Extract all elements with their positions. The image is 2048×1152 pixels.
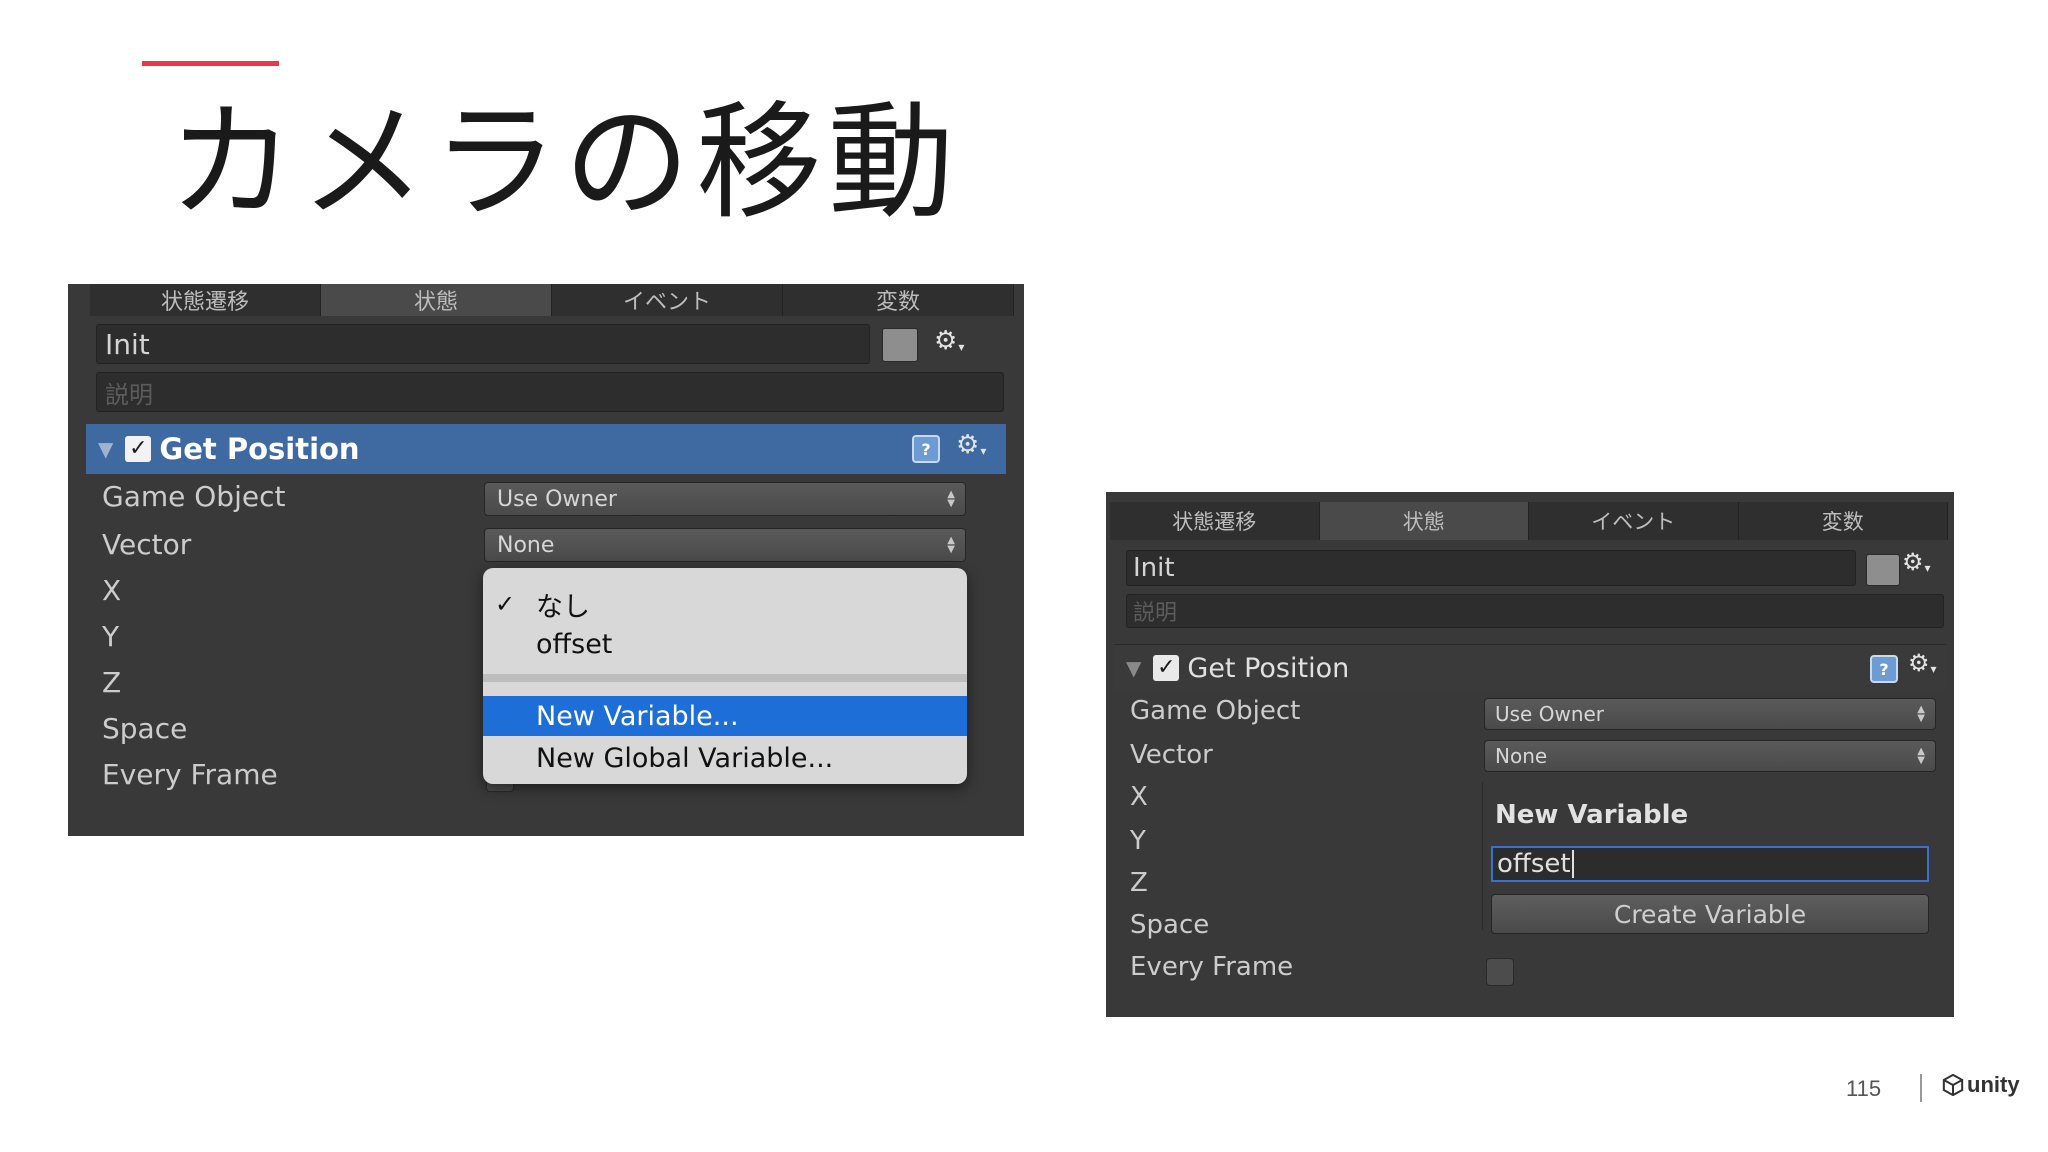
new-variable-name-input[interactable]: offset	[1491, 846, 1929, 882]
footer-divider	[1920, 1074, 1922, 1102]
slide-title: カメラの移動	[168, 89, 960, 236]
updown-arrows-icon: ▲ ▼	[947, 535, 955, 555]
help-book-icon[interactable]: ?	[912, 435, 940, 463]
gear-icon: ⚙	[1908, 649, 1930, 677]
new-variable-subpanel: New Variable offset Create Variable	[1482, 782, 1939, 934]
game-object-dropdown[interactable]: Use Owner ▲ ▼	[484, 482, 966, 516]
chevron-down-icon: ▾	[980, 444, 987, 458]
label-y: Y	[102, 620, 120, 653]
action-header[interactable]: ▼ ✓ Get Position ? ⚙ ▾	[1114, 644, 1946, 691]
updown-arrows-icon: ▲ ▼	[947, 489, 955, 509]
unity-cube-icon	[1942, 1074, 1964, 1096]
chevron-down-icon: ▾	[958, 340, 965, 354]
playmaker-state-panel-menu: 状態遷移 状態 イベント 変数 Init ⚙ ▾ 説明 ▼ ✓ Get Posit…	[68, 284, 1024, 836]
create-variable-button[interactable]: Create Variable	[1491, 894, 1929, 934]
label-y: Y	[1130, 826, 1146, 856]
chevron-down-icon: ▾	[1924, 561, 1931, 575]
menu-separator	[483, 674, 967, 682]
label-z: Z	[102, 666, 122, 699]
action-settings-gear[interactable]: ⚙ ▾	[1908, 649, 1937, 677]
tab-transitions[interactable]: 状態遷移	[1110, 502, 1320, 540]
tab-events[interactable]: イベント	[1529, 502, 1739, 540]
help-book-icon[interactable]: ?	[1870, 655, 1898, 683]
action-title: Get Position	[1187, 652, 1350, 684]
menu-item-new-global-variable[interactable]: New Global Variable...	[483, 738, 967, 778]
action-enabled-checkbox[interactable]: ✓	[125, 436, 152, 462]
vector-value: None	[497, 532, 555, 558]
description-field[interactable]: 説明	[1126, 594, 1944, 628]
menu-item-offset[interactable]: offset	[483, 624, 967, 664]
fold-triangle-icon[interactable]: ▼	[1126, 656, 1141, 680]
label-every-frame: Every Frame	[1130, 952, 1294, 982]
label-game-object: Game Object	[1130, 696, 1301, 726]
updown-arrows-icon: ▲ ▼	[1917, 746, 1925, 766]
title-accent-line	[142, 61, 279, 66]
tab-state[interactable]: 状態	[1319, 502, 1529, 540]
gear-icon: ⚙	[1902, 548, 1924, 576]
vector-dropdown[interactable]: None ▲ ▼	[1484, 740, 1936, 772]
game-object-dropdown[interactable]: Use Owner ▲ ▼	[1484, 698, 1936, 730]
label-z: Z	[1130, 868, 1148, 898]
every-frame-checkbox[interactable]	[1486, 958, 1514, 986]
tab-variables[interactable]: 変数	[783, 284, 1014, 316]
tab-transitions[interactable]: 状態遷移	[90, 284, 321, 316]
unity-logo: unity	[1942, 1072, 2020, 1098]
panel-tabs: 状態遷移 状態 イベント 変数	[90, 284, 1014, 316]
text-cursor	[1571, 850, 1574, 878]
action-header[interactable]: ▼ ✓ Get Position ? ⚙ ▾	[86, 424, 1006, 474]
brand-name: unity	[1967, 1072, 2020, 1097]
new-variable-title: New Variable	[1495, 800, 1689, 830]
menu-item-none[interactable]: ✓ なし	[483, 584, 967, 624]
state-settings-gear[interactable]: ⚙ ▾	[934, 326, 964, 356]
fold-triangle-icon[interactable]: ▼	[98, 437, 113, 461]
game-object-value: Use Owner	[497, 486, 617, 512]
state-color-swatch[interactable]	[1866, 554, 1900, 586]
gear-icon: ⚙	[956, 430, 980, 460]
action-title: Get Position	[159, 432, 360, 466]
tab-variables[interactable]: 変数	[1739, 502, 1948, 540]
label-every-frame: Every Frame	[102, 758, 278, 791]
vector-dropdown[interactable]: None ▲ ▼	[484, 528, 966, 562]
action-settings-gear[interactable]: ⚙ ▾	[956, 430, 986, 460]
state-color-swatch[interactable]	[882, 328, 918, 362]
action-enabled-checkbox[interactable]: ✓	[1153, 655, 1180, 681]
vector-popup-menu: ✓ なし offset New Variable... New Global V…	[483, 568, 967, 784]
label-x: X	[1130, 782, 1148, 812]
label-game-object: Game Object	[102, 480, 286, 513]
panel-tabs: 状態遷移 状態 イベント 変数	[1110, 502, 1948, 540]
updown-arrows-icon: ▲ ▼	[1917, 704, 1925, 724]
vector-value: None	[1495, 744, 1548, 768]
checkmark-icon: ✓	[495, 590, 516, 618]
label-vector: Vector	[1130, 740, 1213, 770]
label-space: Space	[1130, 910, 1210, 940]
label-x: X	[102, 574, 122, 607]
page-number: 115	[1846, 1076, 1882, 1101]
label-space: Space	[102, 712, 188, 745]
gear-icon: ⚙	[934, 326, 958, 356]
playmaker-state-panel-new-variable: 状態遷移 状態 イベント 変数 Init ⚙ ▾ 説明 ▼ ✓ Get Posit…	[1106, 492, 1954, 1017]
chevron-down-icon: ▾	[1930, 662, 1937, 676]
label-vector: Vector	[102, 528, 192, 561]
menu-item-new-variable[interactable]: New Variable...	[483, 696, 967, 736]
game-object-value: Use Owner	[1495, 702, 1605, 726]
description-field[interactable]: 説明	[96, 372, 1004, 412]
state-name-field[interactable]: Init	[96, 324, 870, 364]
tab-events[interactable]: イベント	[552, 284, 783, 316]
state-settings-gear[interactable]: ⚙ ▾	[1902, 548, 1931, 576]
tab-state[interactable]: 状態	[321, 284, 552, 316]
state-name-field[interactable]: Init	[1126, 550, 1856, 586]
